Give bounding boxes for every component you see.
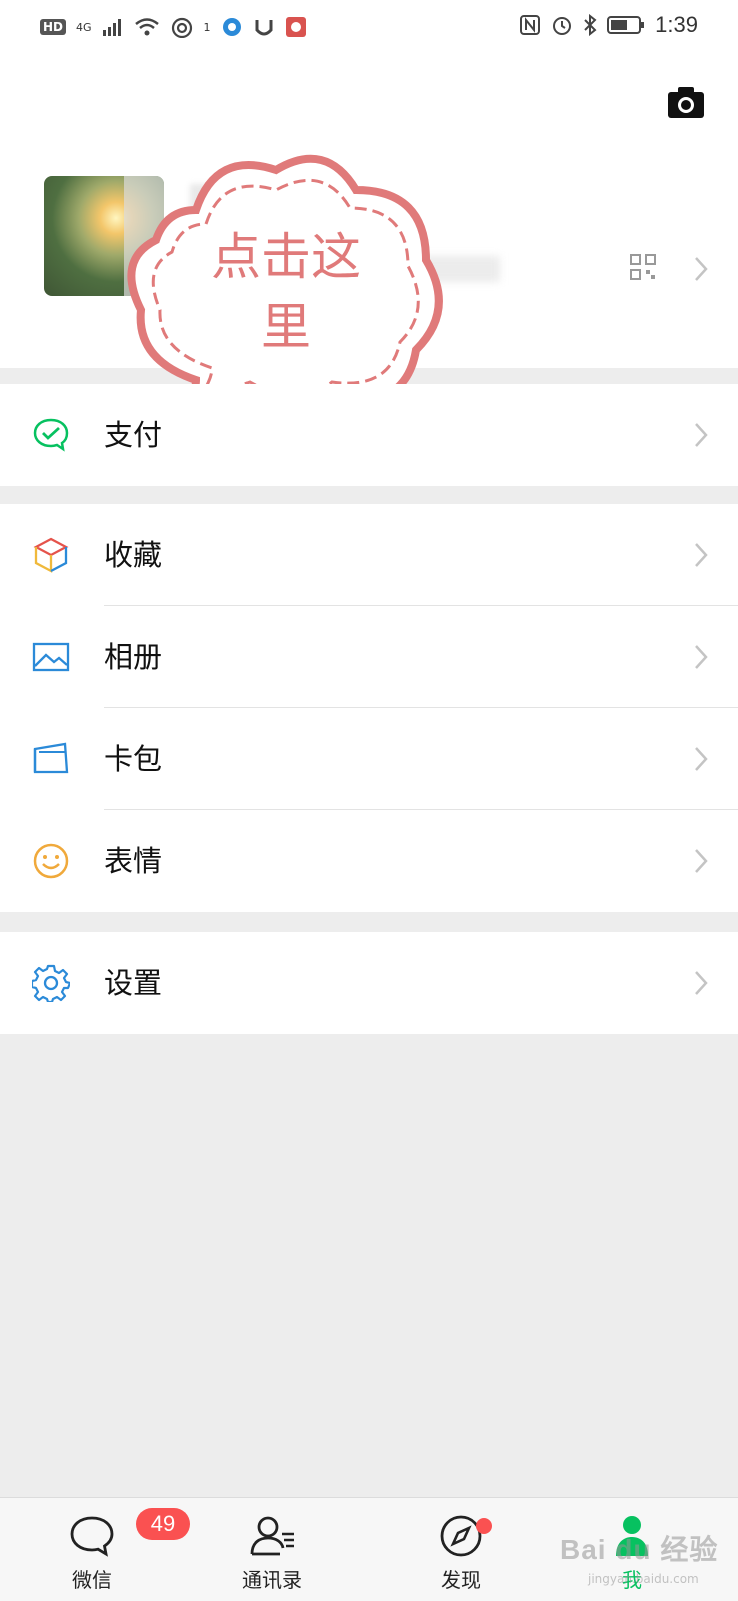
baidu-watermark-url: jingyan.baidu.com bbox=[588, 1572, 699, 1586]
contacts-icon bbox=[250, 1516, 294, 1556]
chevron-right-icon bbox=[695, 257, 708, 281]
gear-icon bbox=[32, 964, 70, 1002]
tab-chats[interactable]: 49 微信 bbox=[32, 1498, 190, 1601]
alarm-icon bbox=[553, 17, 572, 35]
status-right: 1:39 bbox=[519, 12, 698, 38]
image-icon bbox=[32, 642, 70, 672]
menu-item-label: 表情 bbox=[104, 844, 163, 878]
menu-group-main: 收藏 相册 卡包 表情 bbox=[0, 504, 738, 912]
clock: 1:39 bbox=[655, 12, 698, 37]
unread-badge: 49 bbox=[136, 1508, 190, 1540]
signal-tag: 1 bbox=[203, 20, 211, 34]
hotspot-icon bbox=[171, 17, 192, 38]
menu-item-label: 卡包 bbox=[104, 742, 163, 776]
chat-bubble-icon bbox=[70, 1516, 114, 1557]
menu-item-label: 收藏 bbox=[104, 538, 163, 572]
menu-item-label: 设置 bbox=[104, 966, 163, 1000]
menu-item-settings[interactable]: 设置 bbox=[0, 932, 738, 1034]
chevron-right-icon bbox=[695, 849, 708, 873]
baidu-watermark: Bai du 经验 bbox=[560, 1534, 719, 1565]
qr-code-icon[interactable] bbox=[630, 254, 656, 280]
chevron-right-icon bbox=[695, 747, 708, 771]
app-notification-icon bbox=[255, 20, 273, 36]
callout-line-1: 点击这 bbox=[211, 228, 361, 286]
tab-label: 发现 bbox=[441, 1568, 481, 1592]
status-bar: HD 4G 1 1:39 bbox=[0, 0, 738, 56]
tab-label: 微信 bbox=[72, 1568, 112, 1592]
menu-group-settings: 设置 bbox=[0, 932, 738, 1034]
tab-discover[interactable]: 发现 bbox=[401, 1498, 521, 1601]
chevron-right-icon bbox=[695, 543, 708, 567]
menu-item-label: 相册 bbox=[104, 640, 163, 674]
wifi-icon bbox=[134, 18, 159, 36]
menu-item-cards[interactable]: 卡包 bbox=[0, 708, 738, 810]
menu-item-favorites[interactable]: 收藏 bbox=[0, 504, 738, 606]
network-type: 4G bbox=[76, 20, 92, 34]
chevron-right-icon bbox=[695, 971, 708, 995]
cube-icon bbox=[33, 537, 69, 573]
chevron-right-icon bbox=[695, 645, 708, 669]
status-left: HD 4G 1 bbox=[40, 16, 307, 38]
callout-line-2: 里 bbox=[261, 298, 311, 356]
nfc-icon bbox=[520, 15, 541, 35]
menu-group-pay: 支付 bbox=[0, 384, 738, 486]
menu-item-album[interactable]: 相册 bbox=[0, 606, 738, 708]
discover-red-dot bbox=[476, 1518, 492, 1534]
tab-contacts[interactable]: 通讯录 bbox=[212, 1498, 332, 1601]
smiley-icon bbox=[33, 843, 69, 879]
hd-indicator: HD bbox=[40, 19, 67, 35]
battery-icon bbox=[607, 16, 645, 34]
camera-icon[interactable] bbox=[666, 84, 706, 120]
bluetooth-icon bbox=[584, 14, 597, 36]
callout-text: 点击这 里 bbox=[126, 222, 446, 362]
menu-item-pay[interactable]: 支付 bbox=[0, 384, 738, 486]
signal-icon bbox=[102, 19, 121, 36]
card-wallet-icon bbox=[33, 742, 69, 774]
app-notification-icon-2 bbox=[285, 17, 306, 37]
menu-item-stickers[interactable]: 表情 bbox=[0, 810, 738, 912]
chevron-right-icon bbox=[695, 423, 708, 447]
menu-item-label: 支付 bbox=[104, 418, 163, 452]
browser-app-icon bbox=[222, 18, 241, 36]
tab-label: 通讯录 bbox=[242, 1568, 302, 1592]
wechat-pay-icon bbox=[33, 418, 69, 452]
